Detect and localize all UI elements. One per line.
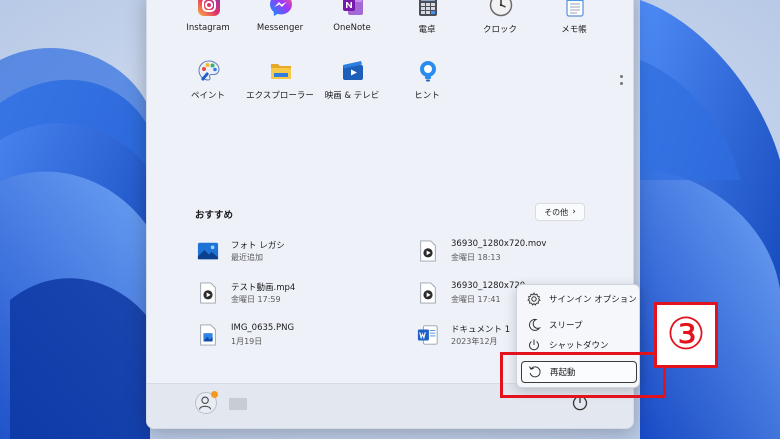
power-menu-label: サインイン オプション — [549, 295, 637, 305]
restart-highlight-box — [500, 352, 666, 398]
file-meta: 金曜日 17:41 — [451, 295, 501, 304]
file-name: テスト動画.mp4 — [231, 283, 296, 293]
more-button[interactable]: その他 › — [535, 203, 585, 221]
app-label: Instagram — [186, 23, 230, 33]
app-calculator[interactable]: 電卓 — [390, 0, 464, 53]
chevron-right-icon: › — [572, 207, 576, 217]
power-menu-label: スリープ — [549, 321, 583, 331]
image-file-icon — [200, 324, 216, 346]
photos-legacy-icon — [197, 242, 219, 260]
calculator-icon — [419, 0, 437, 16]
tips-icon — [420, 61, 436, 82]
movies-tv-icon — [343, 61, 363, 80]
step-number: ③ — [666, 309, 706, 360]
more-button-label: その他 — [544, 207, 569, 217]
messenger-icon — [270, 0, 292, 16]
gear-icon — [527, 292, 541, 306]
video-file-icon — [420, 282, 436, 304]
clock-icon — [489, 0, 513, 17]
app-label: ヒント — [414, 91, 440, 101]
file-meta: 2023年12月 — [451, 337, 498, 346]
onenote-icon — [343, 0, 363, 15]
notification-badge — [211, 391, 218, 398]
app-label: Messenger — [256, 23, 304, 33]
file-explorer-icon — [271, 64, 291, 79]
recommended-item[interactable]: フォト レガシ 最近追加 — [197, 237, 397, 267]
app-instagram[interactable]: Instagram — [171, 0, 245, 53]
app-label: ペイント — [190, 91, 225, 101]
paint-icon — [198, 60, 220, 81]
pinned-page-indicator[interactable] — [620, 75, 624, 95]
app-onenote[interactable]: OneNote — [315, 0, 389, 53]
app-label: 映画 & テレビ — [324, 91, 380, 101]
sleep-item[interactable]: スリープ — [521, 314, 637, 336]
moon-icon — [528, 318, 541, 331]
step-number-callout: ③ — [654, 302, 718, 368]
file-name: フォト レガシ — [231, 241, 285, 251]
video-file-icon — [200, 282, 216, 304]
user-avatar[interactable] — [195, 391, 218, 414]
sign-in-options-item[interactable]: サインイン オプション — [521, 288, 637, 310]
file-name: ドキュメント 1 — [451, 325, 511, 335]
app-clock[interactable]: クロック — [463, 0, 537, 53]
recommended-item[interactable]: テスト動画.mp4 金曜日 17:59 — [197, 279, 397, 309]
app-movies-tv[interactable]: 映画 & テレビ — [315, 59, 389, 119]
recommended-title: おすすめ — [195, 210, 234, 221]
notepad-icon — [566, 0, 584, 17]
file-name: 36930_1280x720.mov — [451, 239, 547, 249]
app-paint[interactable]: ペイント — [171, 59, 245, 119]
instagram-icon — [198, 0, 220, 16]
app-notepad[interactable]: メモ帳 — [537, 0, 611, 53]
app-label: OneNote — [333, 23, 371, 33]
app-label: メモ帳 — [561, 25, 587, 35]
recommended-item[interactable]: IMG_0635.PNG 1月19日 — [197, 321, 397, 351]
app-label: エクスプローラー — [246, 91, 314, 101]
file-meta: 最近追加 — [231, 253, 263, 262]
recommended-item[interactable]: 36930_1280x720.mov 金曜日 18:13 — [417, 237, 617, 267]
power-icon — [529, 339, 539, 351]
app-label: クロック — [482, 25, 517, 35]
user-name-redacted — [229, 398, 247, 410]
power-menu-label: シャットダウン — [549, 341, 609, 351]
file-meta: 1月19日 — [231, 337, 263, 346]
app-tips[interactable]: ヒント — [390, 59, 464, 119]
app-label: 電卓 — [418, 25, 436, 35]
word-document-icon — [417, 325, 438, 345]
file-name: IMG_0635.PNG — [231, 323, 295, 333]
video-file-icon — [420, 240, 436, 262]
shutdown-item[interactable]: シャットダウン — [521, 338, 637, 352]
app-file-explorer[interactable]: エクスプローラー — [243, 59, 317, 119]
file-meta: 金曜日 18:13 — [451, 253, 501, 262]
file-meta: 金曜日 17:59 — [231, 295, 281, 304]
app-messenger[interactable]: Messenger — [243, 0, 317, 53]
